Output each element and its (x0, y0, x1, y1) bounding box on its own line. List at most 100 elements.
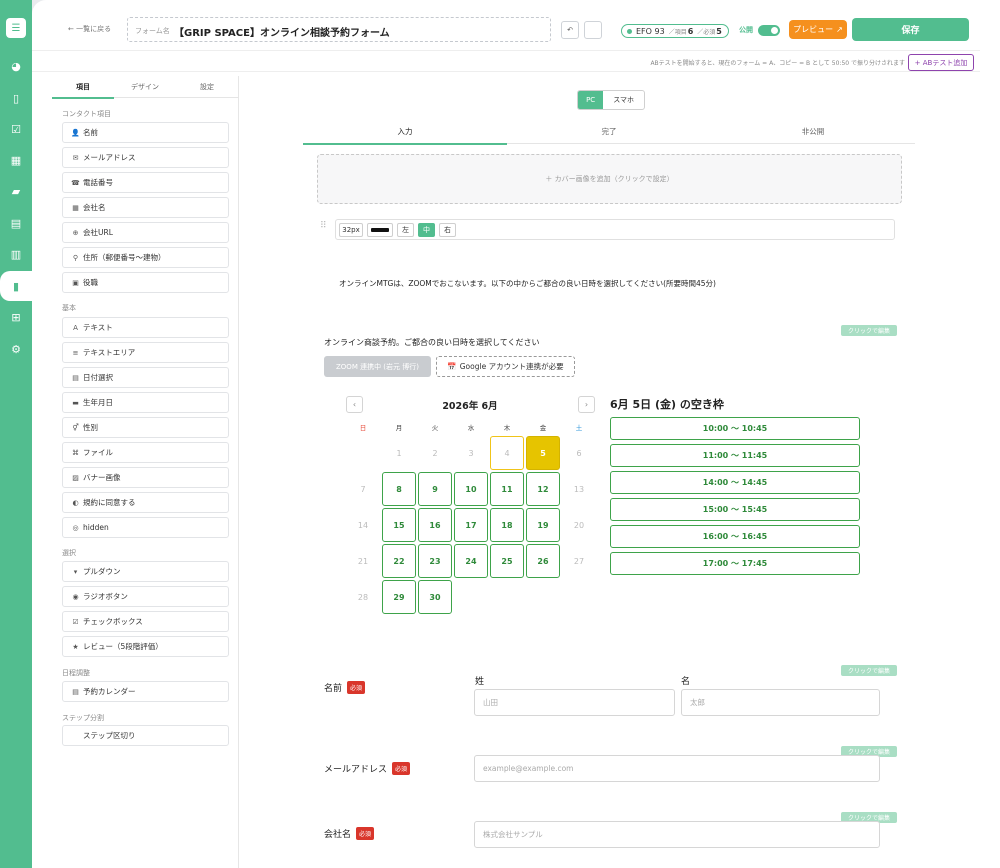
sidebar-field-item[interactable]: 👤 名前 (62, 122, 229, 143)
sidebar-field-item[interactable]: ▤ 日付選択 (62, 367, 229, 388)
sidebar-field-item[interactable]: ▨ バナー画像 (62, 467, 229, 488)
intro-text[interactable]: オンラインMTGは、ZOOMでおこないます。以下の中からご都合の良い日時を選択し… (339, 278, 716, 289)
preview-button[interactable]: プレビュー ↗ (789, 20, 847, 39)
folder-icon[interactable]: ▰ (6, 181, 26, 201)
sidebar-field-item[interactable]: A テキスト (62, 317, 229, 338)
first-name-input[interactable]: 太郎 (681, 689, 880, 716)
calendar-day[interactable]: 15 (382, 508, 416, 542)
time-slot-button[interactable]: 14:00 〜 14:45 (610, 471, 860, 494)
calendar-day[interactable]: 25 (490, 544, 524, 578)
zoom-connected-button[interactable]: ZOOM 連携中 (岩元 博行) (324, 356, 431, 377)
checklist-icon[interactable]: ☑ (6, 119, 26, 139)
building-icon[interactable]: ▦ (6, 150, 26, 170)
calendar-day[interactable]: 17 (454, 508, 488, 542)
field-palette: 項目 デザイン 設定 コンタクト項目 👤 名前 ✉ メールアドレス ☎ 電話番号 ▦ 会社名 ⊕… (52, 76, 239, 868)
sidebar-field-item[interactable]: ▾ プルダウン (62, 561, 229, 582)
sidebar-field-item[interactable]: ⊕ 会社URL (62, 222, 229, 243)
add-cover-image[interactable]: ＋ カバー画像を追加（クリックで設定） (317, 154, 902, 204)
sidebar-field-item[interactable]: ⚲ 住所（郵便番号〜建物） (62, 247, 229, 268)
tab-private[interactable]: 非公開 (711, 126, 915, 137)
field-type-icon: ✉ (72, 153, 79, 162)
redo-icon[interactable] (584, 21, 602, 39)
calendar-day[interactable]: 10 (454, 472, 488, 506)
required-count: 5 (716, 26, 722, 36)
form-name-value[interactable]: 【GRIP SPACE】オンライン相談予約フォーム (174, 24, 390, 39)
calendar-day[interactable]: 30 (418, 580, 452, 614)
next-month-button[interactable]: › (578, 396, 595, 413)
company-input[interactable]: 株式会社サンプル (474, 821, 880, 848)
prev-month-button[interactable]: ‹ (346, 396, 363, 413)
tab-items[interactable]: 項目 (52, 82, 114, 92)
menu-icon[interactable]: ☰ (6, 18, 26, 38)
device-pc[interactable]: PC (578, 91, 604, 109)
drag-handle-icon[interactable]: ⠿ (320, 221, 327, 231)
align-left-button[interactable]: 左 (397, 223, 414, 237)
sidebar-field-item[interactable]: ★ レビュー（5段階評価） (62, 636, 229, 657)
sidebar-field-label: 生年月日 (83, 398, 113, 407)
sidebar-field-item[interactable]: ▦ 会社名 (62, 197, 229, 218)
field-type-icon: ▣ (72, 278, 79, 287)
calendar-day[interactable]: 22 (382, 544, 416, 578)
save-button[interactable]: 保存 (852, 18, 969, 41)
sidebar-field-item[interactable]: ≡ テキストエリア (62, 342, 229, 363)
calendar-day[interactable]: 16 (418, 508, 452, 542)
tab-settings[interactable]: 設定 (176, 82, 238, 92)
sidebar-field-item[interactable]: ◉ ラジオボタン (62, 586, 229, 607)
clipboard-icon[interactable]: ▯ (6, 88, 26, 108)
text-color-picker[interactable] (367, 223, 393, 237)
email-input[interactable]: example@example.com (474, 755, 880, 782)
sidebar-field-item[interactable]: ✉ メールアドレス (62, 147, 229, 168)
publish-toggle[interactable] (758, 25, 780, 36)
calendar-day[interactable]: 26 (526, 544, 560, 578)
calendar-day[interactable]: 5 (526, 436, 560, 470)
dashboard-icon[interactable]: ◕ (6, 56, 26, 76)
tab-input[interactable]: 入力 (303, 126, 507, 137)
align-right-button[interactable]: 右 (439, 223, 456, 237)
section-select: 選択 (62, 549, 76, 557)
calendar-day[interactable]: 18 (490, 508, 524, 542)
calendar-day[interactable]: 19 (526, 508, 560, 542)
calculator-icon[interactable]: ▤ (6, 213, 26, 233)
sidebar-field-item[interactable]: ▣ 役職 (62, 272, 229, 293)
time-slot-button[interactable]: 10:00 〜 10:45 (610, 417, 860, 440)
sidebar-field-item[interactable]: ステップ区切り (62, 725, 229, 746)
time-slot-button[interactable]: 15:00 〜 15:45 (610, 498, 860, 521)
click-to-edit-chip[interactable]: クリックで編集 (841, 665, 897, 676)
tab-complete[interactable]: 完了 (507, 126, 711, 137)
calendar-day[interactable]: 9 (418, 472, 452, 506)
sidebar-field-item[interactable]: ◎ hidden (62, 517, 229, 538)
sidebar-field-item[interactable]: ▤ 予約カレンダー (62, 681, 229, 702)
sidebar-field-item[interactable]: ▬ 生年月日 (62, 392, 229, 413)
layout-icon[interactable]: ⊞ (6, 307, 26, 327)
form-name-field[interactable]: フォーム名 【GRIP SPACE】オンライン相談予約フォーム (127, 17, 551, 42)
sidebar-field-item[interactable]: ◐ 規約に同意する (62, 492, 229, 513)
click-to-edit-chip[interactable]: クリックで編集 (841, 325, 897, 336)
weekday-label: 金 (539, 424, 547, 432)
document-icon[interactable]: ▮ (0, 271, 32, 301)
calendar-day[interactable]: 23 (418, 544, 452, 578)
sidebar-field-item[interactable]: ☎ 電話番号 (62, 172, 229, 193)
time-slot-button[interactable]: 17:00 〜 17:45 (610, 552, 860, 575)
calendar-day[interactable]: 8 (382, 472, 416, 506)
time-slot-button[interactable]: 16:00 〜 16:45 (610, 525, 860, 548)
sidebar-field-item[interactable]: ⌘ ファイル (62, 442, 229, 463)
font-size-select[interactable]: 32px (339, 223, 363, 237)
undo-icon[interactable]: ↶ (561, 21, 579, 39)
calendar-icon[interactable]: ▥ (6, 244, 26, 264)
gear-icon[interactable]: ⚙ (6, 339, 26, 359)
sidebar-field-label: プルダウン (83, 567, 121, 576)
align-center-button[interactable]: 中 (418, 223, 435, 237)
calendar-day[interactable]: 29 (382, 580, 416, 614)
back-link[interactable]: ← 一覧に戻る (68, 24, 111, 34)
sidebar-field-item[interactable]: ☑ チェックボックス (62, 611, 229, 632)
calendar-day[interactable]: 12 (526, 472, 560, 506)
add-ab-test-button[interactable]: + ABテスト追加 (908, 54, 974, 71)
tab-design[interactable]: デザイン (114, 82, 176, 92)
google-connect-button[interactable]: 📅 Google アカウント連携が必要 (436, 356, 575, 377)
time-slot-button[interactable]: 11:00 〜 11:45 (610, 444, 860, 467)
calendar-day[interactable]: 24 (454, 544, 488, 578)
sidebar-field-item[interactable]: ⚥ 性別 (62, 417, 229, 438)
device-smartphone[interactable]: スマホ (603, 91, 644, 109)
calendar-day[interactable]: 11 (490, 472, 524, 506)
last-name-input[interactable]: 山田 (474, 689, 675, 716)
